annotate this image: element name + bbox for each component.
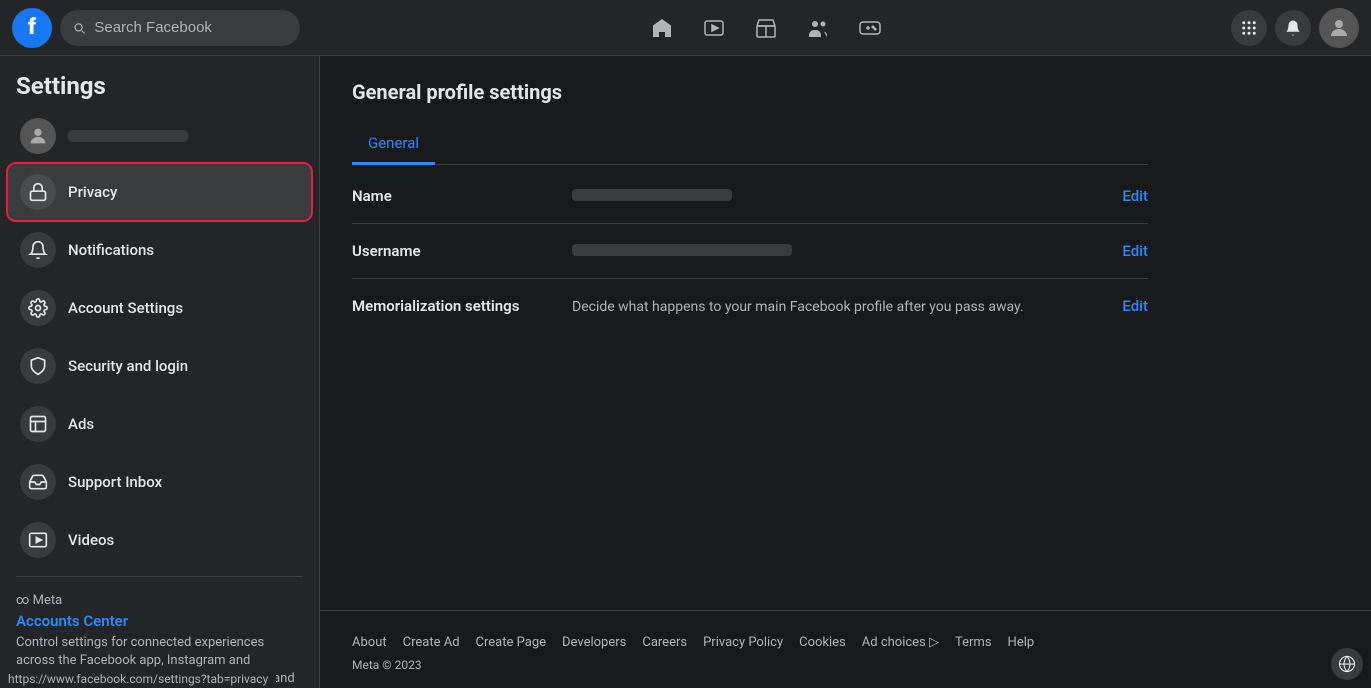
memorialization-description: Decide what happens to your main Faceboo… [572,299,1024,315]
marketplace-nav-button[interactable] [742,4,790,52]
search-icon [72,20,86,36]
footer-link[interactable]: Create Ad [403,635,460,650]
grid-menu-button[interactable] [1231,10,1267,46]
settings-row-name: Name Edit [352,169,1148,224]
privacy-icon [20,174,56,210]
footer-link[interactable]: Careers [642,635,687,650]
username-edit-button[interactable]: Edit [1122,242,1148,260]
content-inner: General profile settings General Name Ed… [320,56,1180,610]
sidebar-item-privacy[interactable]: Privacy [8,164,311,220]
content-area: General profile settings General Name Ed… [320,56,1371,688]
status-bar: https://www.facebook.com/settings?tab=pr… [0,670,276,688]
footer-link[interactable]: Privacy Policy [703,635,783,650]
sidebar-item-security[interactable]: Security and login [8,338,311,394]
sidebar-title: Settings [0,64,319,112]
sidebar-profile-name-blur [68,130,188,142]
sidebar-item-account-settings[interactable]: Account Settings [8,280,311,336]
sidebar-item-label-videos: Videos [68,531,114,549]
language-globe-button[interactable] [1331,648,1363,680]
name-value [572,187,1122,205]
sidebar-divider [16,576,303,577]
sidebar-item-label-notifications: Notifications [68,241,154,259]
nav-right-actions [1231,8,1359,48]
user-avatar[interactable] [1319,8,1359,48]
main-layout: Settings Privacy Notifications Account S… [0,56,1371,688]
footer-links: About Create Ad Create Page Developers Caree… [352,635,1339,650]
footer-link[interactable]: Ad choices ▷ [862,635,939,650]
settings-row-memorialization: Memorialization settings Decide what hap… [352,279,1148,333]
name-edit-action: Edit [1122,187,1148,205]
sidebar-profile-item[interactable] [8,112,311,160]
settings-row-username: Username Edit [352,224,1148,279]
video-nav-button[interactable] [690,4,738,52]
footer-meta: Meta © 2023 [352,658,1339,672]
footer-link[interactable]: Cookies [799,635,846,650]
search-bar[interactable] [60,10,300,46]
sidebar-item-ads[interactable]: Ads [8,396,311,452]
notifications-icon [20,232,56,268]
name-label: Name [352,187,572,205]
search-input[interactable] [94,19,288,36]
sidebar-item-label-account: Account Settings [68,299,183,317]
sidebar-item-label-security: Security and login [68,357,188,375]
tab-general[interactable]: General [352,124,435,165]
memorialization-edit-action: Edit [1122,297,1148,315]
memorialization-value: Decide what happens to your main Faceboo… [572,297,1122,315]
facebook-logo[interactable]: f [12,8,52,48]
sidebar-item-label-ads: Ads [68,415,94,433]
sidebar-item-support-inbox[interactable]: Support Inbox [8,454,311,510]
ads-icon [20,406,56,442]
footer-link[interactable]: Terms [955,635,992,650]
footer-link[interactable]: Create Page [476,635,546,650]
sidebar-profile-avatar [20,118,56,154]
tab-bar: General [352,124,1148,165]
name-edit-button[interactable]: Edit [1122,187,1148,205]
sidebar-item-label-privacy: Privacy [68,183,117,201]
footer-link[interactable]: About [352,635,387,650]
gaming-nav-button[interactable] [846,4,894,52]
friends-nav-button[interactable] [794,4,842,52]
sidebar-item-notifications[interactable]: Notifications [8,222,311,278]
page-title: General profile settings [352,80,1148,104]
home-nav-button[interactable] [638,4,686,52]
username-value [572,242,1122,260]
videos-icon [20,522,56,558]
nav-center-icons [308,4,1223,52]
sidebar-item-videos[interactable]: Videos [8,512,311,568]
meta-logo: ∞ Meta [16,593,303,608]
username-edit-action: Edit [1122,242,1148,260]
notification-bell-button[interactable] [1275,10,1311,46]
footer-link[interactable]: Developers [562,635,626,650]
footer: About Create Ad Create Page Developers Caree… [320,610,1371,688]
sidebar: Settings Privacy Notifications Account S… [0,56,320,688]
account-settings-icon [20,290,56,326]
memorialization-edit-button[interactable]: Edit [1122,297,1148,315]
footer-link[interactable]: Help [1008,635,1035,650]
sidebar-item-label-support: Support Inbox [68,473,162,491]
accounts-center-link[interactable]: Accounts Center [16,612,303,630]
username-label: Username [352,242,572,260]
settings-section: Name Edit Username Edit [352,169,1148,333]
support-inbox-icon [20,464,56,500]
name-value-blur [572,189,732,201]
top-navigation: f [0,0,1371,56]
memorialization-label: Memorialization settings [352,297,572,315]
security-icon [20,348,56,384]
username-value-blur [572,244,792,256]
